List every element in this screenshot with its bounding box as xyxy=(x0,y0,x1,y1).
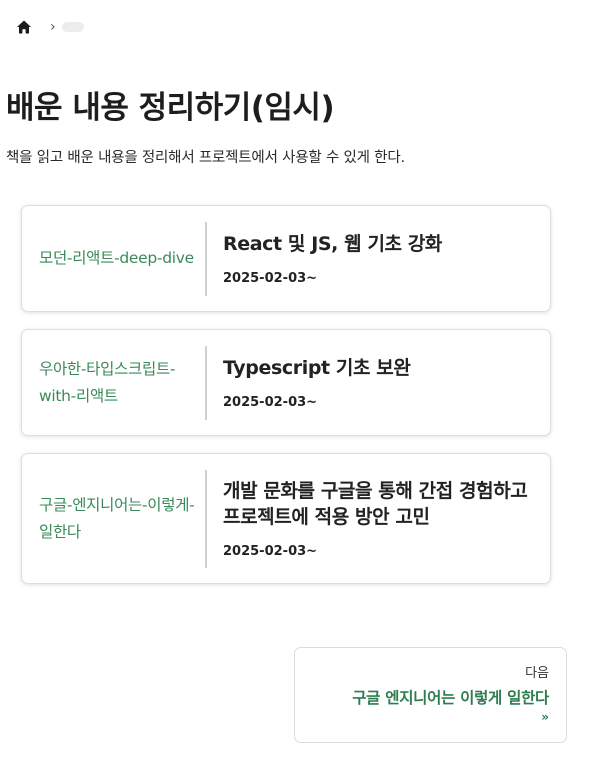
breadcrumb: › xyxy=(16,19,84,35)
next-page-link[interactable]: 다음 구글 엔지니어는 이렇게 일한다 » xyxy=(294,647,567,743)
page: › 배운 내용 정리하기(임시) 책을 읽고 배운 내용을 정리해서 프로젝트에… xyxy=(0,0,599,761)
next-title: 구글 엔지니어는 이렇게 일한다 xyxy=(352,689,549,707)
book-card-date: 2025-02-03~ xyxy=(223,395,318,410)
book-card-list: 모던-리액트-deep-dive React 및 JS, 웹 기초 강화 202… xyxy=(21,205,551,601)
book-card[interactable]: 우아한-타입스크립트-with-리액트 Typescript 기초 보완 202… xyxy=(21,329,551,436)
book-card-title: Typescript 기초 보완 xyxy=(223,357,411,379)
book-card-date: 2025-02-03~ xyxy=(223,271,318,286)
book-card-tag: 우아한-타입스크립트-with-리액트 xyxy=(39,359,176,405)
home-icon[interactable] xyxy=(16,19,32,35)
page-description: 책을 읽고 배운 내용을 정리해서 프로젝트에서 사용할 수 있게 한다. xyxy=(6,150,405,166)
book-card-tag: 구글-엔지니어는-이렇게-일한다 xyxy=(39,495,195,541)
book-card-body: React 및 JS, 웹 기초 강화 2025-02-03~ xyxy=(207,231,550,286)
breadcrumb-current-placeholder xyxy=(61,22,84,32)
page-title: 배운 내용 정리하기(임시) xyxy=(6,90,335,126)
next-label: 다음 xyxy=(525,666,549,681)
book-card[interactable]: 구글-엔지니어는-이렇게-일한다 개발 문화를 구글을 통해 간접 경험하고 프… xyxy=(21,453,551,584)
book-card-tag: 모던-리액트-deep-dive xyxy=(39,249,194,267)
book-card-date: 2025-02-03~ xyxy=(223,544,318,559)
double-chevron-right-icon: » xyxy=(541,710,549,724)
book-card[interactable]: 모던-리액트-deep-dive React 및 JS, 웹 기초 강화 202… xyxy=(21,205,551,312)
breadcrumb-separator: › xyxy=(50,19,56,35)
book-card-title: 개발 문화를 구글을 통해 간접 경험하고 프로젝트에 적용 방안 고민 xyxy=(223,480,528,528)
book-card-title: React 및 JS, 웹 기초 강화 xyxy=(223,233,443,255)
book-card-body: Typescript 기초 보완 2025-02-03~ xyxy=(207,355,550,410)
book-card-body: 개발 문화를 구글을 통해 간접 경험하고 프로젝트에 적용 방안 고민 202… xyxy=(207,478,550,559)
